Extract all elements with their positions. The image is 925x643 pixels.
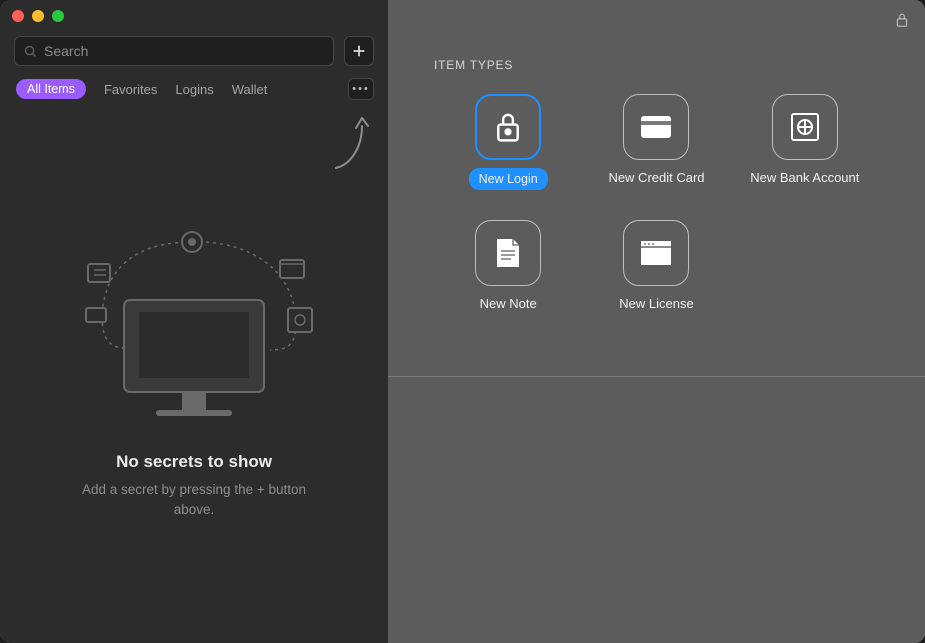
section-divider <box>388 376 925 377</box>
tile-new-credit-card[interactable]: New Credit Card <box>596 94 716 190</box>
tab-favorites[interactable]: Favorites <box>104 82 157 97</box>
tile-new-license[interactable]: New License <box>596 220 716 313</box>
search-icon <box>23 44 38 59</box>
empty-state: No secrets to show Add a secret by press… <box>0 110 388 643</box>
ellipsis-icon: ••• <box>352 83 370 95</box>
empty-subtitle: Add a secret by pressing the + button ab… <box>79 480 309 519</box>
tile-label: New Credit Card <box>608 170 704 187</box>
empty-illustration <box>64 220 324 430</box>
search-row <box>0 32 388 74</box>
close-window-button[interactable] <box>12 10 24 22</box>
tile-new-login[interactable]: New Login <box>448 94 568 190</box>
vault-icon <box>772 94 838 160</box>
item-types-heading: ITEM TYPES <box>434 58 513 72</box>
fullscreen-window-button[interactable] <box>52 10 64 22</box>
lock-app-button[interactable] <box>895 12 909 33</box>
note-icon <box>475 220 541 286</box>
search-input[interactable] <box>44 43 325 59</box>
tile-label: New Note <box>480 296 537 313</box>
tile-new-bank-account[interactable]: New Bank Account <box>745 94 865 190</box>
hint-arrow-icon <box>332 114 370 172</box>
tile-new-note[interactable]: New Note <box>448 220 568 313</box>
window-titlebar <box>0 0 388 32</box>
credit-card-icon <box>623 94 689 160</box>
tab-all-items[interactable]: All Items <box>16 79 86 99</box>
tile-label: New License <box>619 296 693 313</box>
app-window: All Items Favorites Logins Wallet ••• <box>0 0 925 643</box>
lock-icon <box>895 12 909 28</box>
window-icon <box>623 220 689 286</box>
empty-title: No secrets to show <box>116 452 272 472</box>
minimize-window-button[interactable] <box>32 10 44 22</box>
tab-logins[interactable]: Logins <box>175 82 213 97</box>
tile-label: New Login <box>469 168 548 190</box>
more-options-button[interactable]: ••• <box>348 78 374 100</box>
add-button[interactable] <box>344 36 374 66</box>
item-type-grid: New Login New Credit Card New Bank Accou… <box>434 94 879 313</box>
left-panel: All Items Favorites Logins Wallet ••• <box>0 0 388 643</box>
filter-tabs: All Items Favorites Logins Wallet ••• <box>0 74 388 110</box>
lock-icon <box>475 94 541 160</box>
tab-wallet[interactable]: Wallet <box>232 82 268 97</box>
right-panel: ITEM TYPES New Login New Credit Card New… <box>388 0 925 643</box>
plus-icon <box>351 43 367 59</box>
tile-label: New Bank Account <box>750 170 859 187</box>
search-box[interactable] <box>14 36 334 66</box>
